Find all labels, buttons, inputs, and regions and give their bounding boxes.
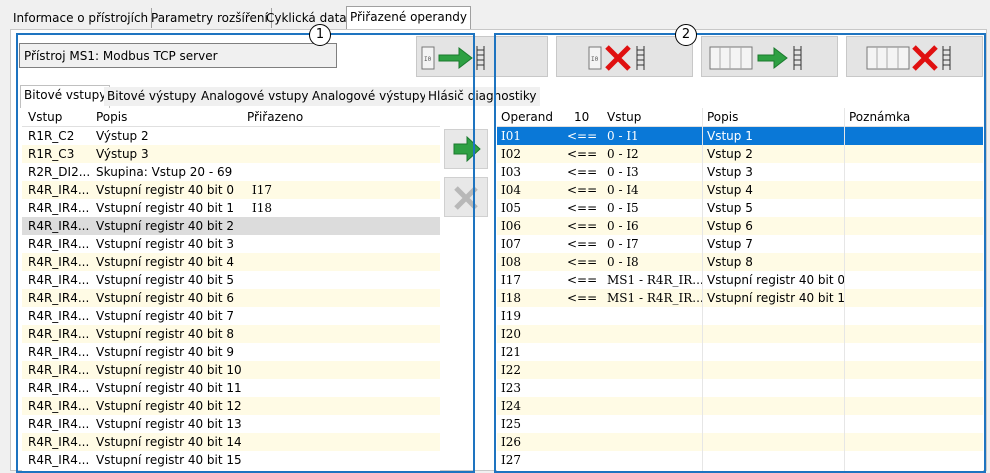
tab-assigned-operands[interactable]: Přiřazené operandy <box>346 6 472 30</box>
callout-box-1 <box>16 33 475 473</box>
tab-device-info[interactable]: Informace o přístrojích <box>10 8 153 28</box>
callout-badge-1: 1 <box>309 24 331 46</box>
callout-box-2 <box>494 33 986 473</box>
callout-badge-2: 2 <box>675 24 697 46</box>
tab-cyclic-data[interactable]: Cyklická data <box>263 8 351 28</box>
tab-extension-params[interactable]: Parametry rozšíření <box>148 8 272 28</box>
